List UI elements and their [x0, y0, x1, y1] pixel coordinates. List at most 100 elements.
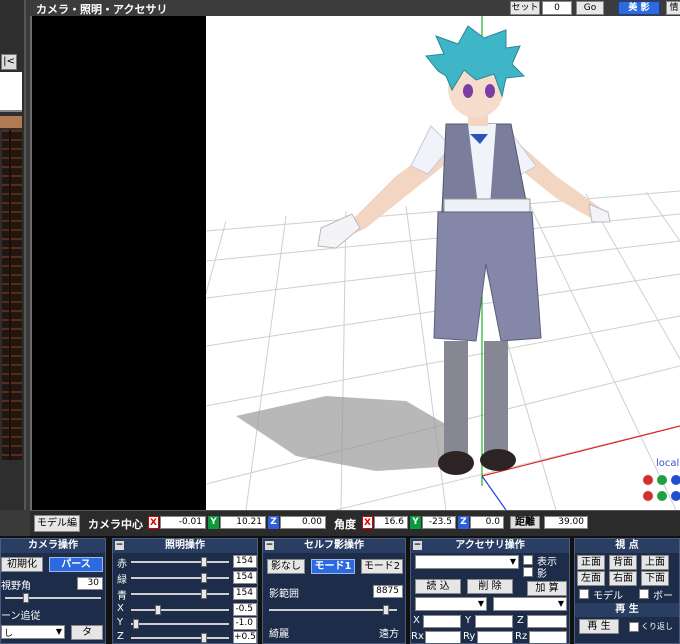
center-z-field[interactable]: 0.00 — [280, 516, 326, 529]
chevron-down-icon: ▼ — [509, 557, 516, 566]
panel-title: カメラ・照明・アクセサリ — [36, 3, 168, 16]
model-checkbox[interactable] — [579, 589, 589, 599]
angle-y-axis-label: Y — [410, 516, 421, 529]
view-panel-header: 視 点 — [575, 539, 679, 553]
accessory-bone-select[interactable]: ▼ — [493, 597, 567, 611]
3d-viewport[interactable]: local — [32, 16, 680, 510]
acc-rx-field[interactable] — [425, 631, 461, 643]
camera-center-label: カメラ中心 — [88, 518, 143, 531]
camera-init-button[interactable]: 初期化 — [1, 557, 43, 572]
acc-z-field[interactable] — [527, 615, 567, 628]
shadow-checkbox[interactable] — [523, 567, 533, 577]
fov-field[interactable]: 30 — [77, 577, 103, 590]
shadow-range-field[interactable]: 8875 — [373, 585, 403, 598]
light-z-slider[interactable] — [131, 633, 229, 643]
scene-canvas[interactable]: local — [206, 16, 680, 510]
center-x-field[interactable]: -0.01 — [160, 516, 206, 529]
blue-field[interactable]: 154 — [233, 587, 257, 600]
view-front-button[interactable]: 正面 — [577, 555, 605, 570]
viewport-black-area — [32, 16, 206, 510]
angle-y-field[interactable]: -23.5 — [422, 516, 456, 529]
viewport-panel: カメラ・照明・アクセサリ セット 0 Go 美 影 情 local — [30, 0, 680, 510]
collapse-button[interactable]: |< — [1, 54, 17, 70]
red-slider[interactable] — [131, 557, 229, 567]
red-label: 赤 — [117, 559, 127, 570]
load-button[interactable]: 読 込 — [415, 579, 461, 594]
fov-slider[interactable] — [5, 593, 101, 603]
camera-panel-header: カメラ操作 — [1, 539, 105, 553]
play-button[interactable]: 再 生 — [579, 619, 619, 634]
angle-x-field[interactable]: 16.6 — [374, 516, 408, 529]
x-axis-line — [481, 425, 680, 477]
shadow-range-label: 影範囲 — [269, 589, 299, 600]
shadow-range-slider[interactable] — [269, 605, 397, 615]
center-y-field[interactable]: 10.21 — [220, 516, 266, 529]
blue-label: 青 — [117, 591, 127, 602]
light-x-field[interactable]: -0.5 — [233, 603, 257, 616]
info-button[interactable]: 情 — [666, 1, 680, 15]
show-checkbox[interactable] — [523, 555, 533, 565]
go-button[interactable]: Go — [576, 1, 604, 15]
delete-button[interactable]: 削 除 — [467, 579, 513, 594]
repeat-checkbox[interactable] — [629, 622, 639, 632]
acc-ry-label: Ry — [463, 631, 476, 642]
distance-field[interactable]: 39.00 — [544, 516, 588, 529]
acc-ry-field[interactable] — [477, 631, 513, 643]
character-shadow — [236, 396, 466, 471]
view-top-button[interactable]: 上面 — [641, 555, 669, 570]
green-slider[interactable] — [131, 573, 229, 583]
set-button[interactable]: セット — [510, 1, 540, 15]
add-button[interactable]: 加 算 — [527, 581, 567, 596]
view-left-button[interactable]: 左面 — [577, 571, 605, 586]
title-bar: カメラ・照明・アクセサリ セット 0 Go 美 影 情 — [30, 0, 680, 16]
angle-z-field[interactable]: 0.0 — [470, 516, 504, 529]
blue-slider[interactable] — [131, 589, 229, 599]
camera-extra-button[interactable]: タ — [71, 625, 103, 640]
acc-y-field[interactable] — [475, 615, 513, 628]
follow-label: ーン追従 — [1, 611, 41, 622]
light-x-label: X — [117, 603, 124, 614]
lighting-panel-title: 照明操作 — [165, 540, 205, 551]
render-mode-button[interactable]: 美 影 — [618, 1, 660, 15]
acc-x-field[interactable] — [423, 615, 461, 628]
fov-label: 視野角 — [1, 581, 31, 592]
play-header: 再 生 — [575, 603, 679, 617]
collapse-icon[interactable]: − — [115, 541, 124, 550]
accessory-select[interactable]: ▼ — [415, 555, 519, 569]
light-y-field[interactable]: -1.0 — [233, 617, 257, 630]
view-bottom-button[interactable]: 下面 — [641, 571, 669, 586]
accessory-parent-select[interactable]: ▼ — [415, 597, 487, 611]
acc-y-label: Y — [465, 615, 472, 626]
accessory-panel-header: − アクセサリ操作 — [411, 539, 569, 553]
green-label: 緑 — [117, 575, 127, 586]
bottom-panels: カメラ操作 初期化 パース 視野角 30 ーン追従 し ▼ タ − 照明操作 赤… — [0, 536, 680, 644]
timeline-frames[interactable] — [2, 130, 22, 460]
perspective-button[interactable]: パース — [49, 557, 103, 572]
collapse-icon[interactable]: − — [413, 541, 422, 550]
light-y-slider[interactable] — [131, 619, 229, 629]
light-z-field[interactable]: +0.5 — [233, 631, 257, 643]
green-field[interactable]: 154 — [233, 571, 257, 584]
acc-x-label: X — [413, 615, 420, 626]
timeline-strip: |< — [0, 0, 26, 510]
follow-select[interactable]: し ▼ — [1, 625, 65, 639]
red-field[interactable]: 154 — [233, 555, 257, 568]
mode2-button[interactable]: モード2 — [361, 559, 403, 574]
timeline-band — [0, 116, 22, 128]
bone-checkbox[interactable] — [639, 589, 649, 599]
no-shadow-button[interactable]: 影なし — [267, 559, 305, 574]
light-x-slider[interactable] — [131, 605, 229, 615]
view-right-button[interactable]: 右面 — [609, 571, 637, 586]
frame-input[interactable]: 0 — [542, 1, 572, 15]
mode1-button[interactable]: モード1 — [311, 559, 355, 574]
acc-rz-field[interactable] — [529, 631, 567, 643]
self-shadow-panel: − セルフ影操作 影なし モード1 モード2 影範囲 8875 綺麗 遠方 — [262, 538, 406, 644]
collapse-icon[interactable]: − — [265, 541, 274, 550]
angle-x-axis-label: X — [362, 516, 373, 529]
center-x-axis-label: X — [148, 516, 159, 529]
axis-gizmo-icon[interactable] — [643, 475, 680, 501]
model-edit-button[interactable]: モデル編 — [34, 515, 80, 532]
view-panel: 視 点 正面 背面 上面 左面 右面 下面 モデル ボー 再 生 再 生 くり返… — [574, 538, 680, 644]
distance-label: 距離 — [510, 516, 540, 529]
view-back-button[interactable]: 背面 — [609, 555, 637, 570]
